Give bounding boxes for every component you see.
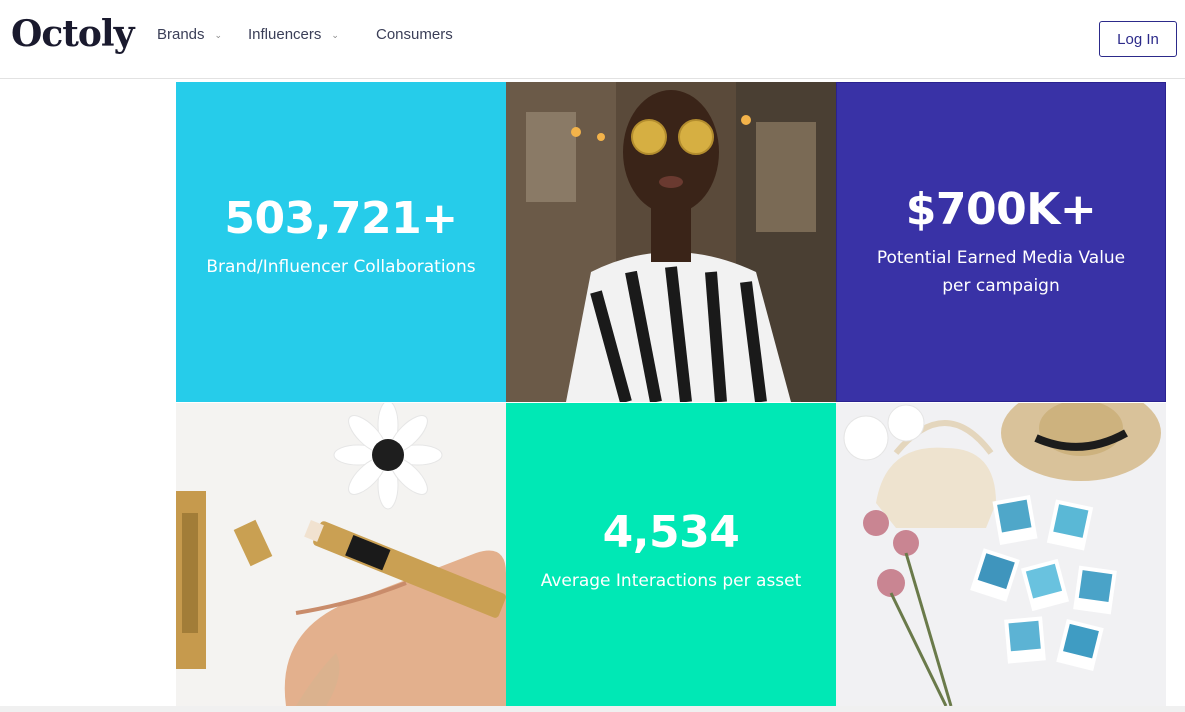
nav-consumers[interactable]: Consumers xyxy=(376,26,453,44)
stat-interactions-value: 4,534 xyxy=(602,506,740,558)
photo-makeup-pen-flower xyxy=(176,403,506,706)
stat-collaborations-label: Brand/Influencer Collaborations xyxy=(206,257,476,277)
page-bottom-edge xyxy=(0,706,1185,712)
chevron-down-icon: ⌄ xyxy=(331,30,339,40)
stat-media-value-tile: $700K+ Potential Earned Media Value per … xyxy=(836,82,1166,402)
nav-influencers[interactable]: Influencers ⌄ xyxy=(248,26,339,44)
nav-influencers-label: Influencers xyxy=(248,26,322,43)
stat-interactions-tile: 4,534 Average Interactions per asset xyxy=(506,403,836,706)
nav-consumers-label: Consumers xyxy=(376,26,453,43)
photo-flatlay-illustration xyxy=(836,403,1166,706)
nav-brands-label: Brands xyxy=(157,26,205,43)
photo-woman-illustration xyxy=(506,82,836,402)
photo-makeup-illustration xyxy=(176,403,506,706)
stat-media-value-label: Potential Earned Media Value per campaig… xyxy=(876,248,1126,296)
photo-straw-hat-polaroids xyxy=(836,403,1166,706)
stat-interactions-label: Average Interactions per asset xyxy=(540,570,802,591)
nav-brands[interactable]: Brands ⌄ xyxy=(157,26,222,44)
site-header: Octoly Brands ⌄ Influencers ⌄ Consumers … xyxy=(0,0,1185,79)
stat-collaborations-value: 503,721+ xyxy=(224,193,458,244)
stat-media-value-value: $700K+ xyxy=(905,184,1097,235)
login-button[interactable]: Log In xyxy=(1099,21,1177,57)
stat-collaborations-tile: 503,721+ Brand/Influencer Collaborations xyxy=(176,82,506,402)
photo-woman-striped-shirt xyxy=(506,82,836,402)
octoly-logo[interactable]: Octoly xyxy=(11,12,135,56)
chevron-down-icon: ⌄ xyxy=(214,30,223,40)
